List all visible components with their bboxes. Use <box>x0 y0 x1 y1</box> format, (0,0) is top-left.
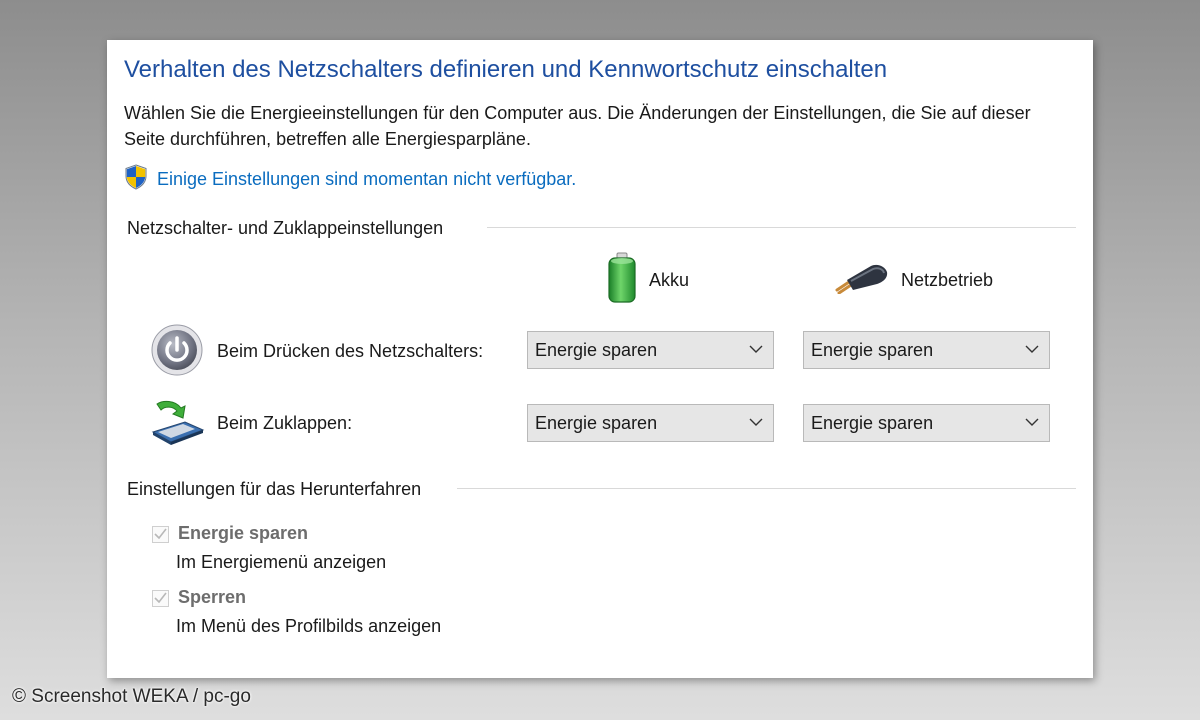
power-button-battery-select[interactable]: Energie sparen <box>527 331 774 369</box>
select-value: Energie sparen <box>535 339 658 360</box>
shutdown-section-title: Einstellungen für das Herunterfahren <box>127 479 422 499</box>
select-value: Energie sparen <box>811 339 934 360</box>
chevron-down-icon <box>1025 341 1039 359</box>
laptop-lid-icon <box>149 398 205 451</box>
lid-close-label: Beim Zuklappen: <box>217 413 353 433</box>
checkmark-icon <box>154 590 167 608</box>
column-header-battery: Akku <box>607 252 689 309</box>
page-title: Verhalten des Netzschalters definieren u… <box>124 56 888 83</box>
uac-shield-icon <box>124 164 148 195</box>
admin-settings-link[interactable]: Einige Einstellungen sind momentan nicht… <box>124 164 576 195</box>
page-description: Wählen Sie die Energieeinstellungen für … <box>124 103 1031 149</box>
admin-link-label[interactable]: Einige Einstellungen sind momentan nicht… <box>157 169 576 190</box>
select-value: Energie sparen <box>535 412 658 433</box>
power-section-title: Netzschalter- und Zuklappeinstellungen <box>127 218 444 238</box>
column-header-plugged: Netzbetrieb <box>835 262 993 299</box>
lid-close-plugged-select[interactable]: Energie sparen <box>803 404 1050 442</box>
power-button-label: Beim Drücken des Netzschalters: <box>217 341 484 361</box>
lid-close-battery-select[interactable]: Energie sparen <box>527 404 774 442</box>
sleep-checkbox[interactable] <box>152 526 169 543</box>
battery-icon <box>607 252 637 309</box>
chevron-down-icon <box>749 341 763 359</box>
sleep-option-sublabel: Im Energiemenü anzeigen <box>176 552 387 572</box>
screenshot-watermark: © Screenshot WEKA / pc-go <box>12 686 251 707</box>
checkmark-icon <box>154 526 167 544</box>
select-value: Energie sparen <box>811 412 934 433</box>
power-plug-icon <box>835 262 889 299</box>
lock-option-sublabel: Im Menü des Profilbilds anzeigen <box>176 616 442 636</box>
lock-checkbox[interactable] <box>152 590 169 607</box>
power-button-plugged-select[interactable]: Energie sparen <box>803 331 1050 369</box>
column-label-battery: Akku <box>649 270 690 290</box>
power-options-window: Verhalten des Netzschalters definieren u… <box>107 40 1093 678</box>
shutdown-section-heading: Einstellungen für das Herunterfahren <box>127 479 421 500</box>
chevron-down-icon <box>749 414 763 432</box>
section-divider <box>457 488 1076 489</box>
power-section-heading: Netzschalter- und Zuklappeinstellungen <box>127 218 443 239</box>
section-divider <box>487 227 1076 228</box>
column-label-plugged: Netzbetrieb <box>901 270 994 290</box>
chevron-down-icon <box>1025 414 1039 432</box>
power-button-icon <box>151 324 203 381</box>
sleep-option-label: Energie sparen <box>178 523 309 543</box>
lock-option-label: Sperren <box>178 587 247 607</box>
